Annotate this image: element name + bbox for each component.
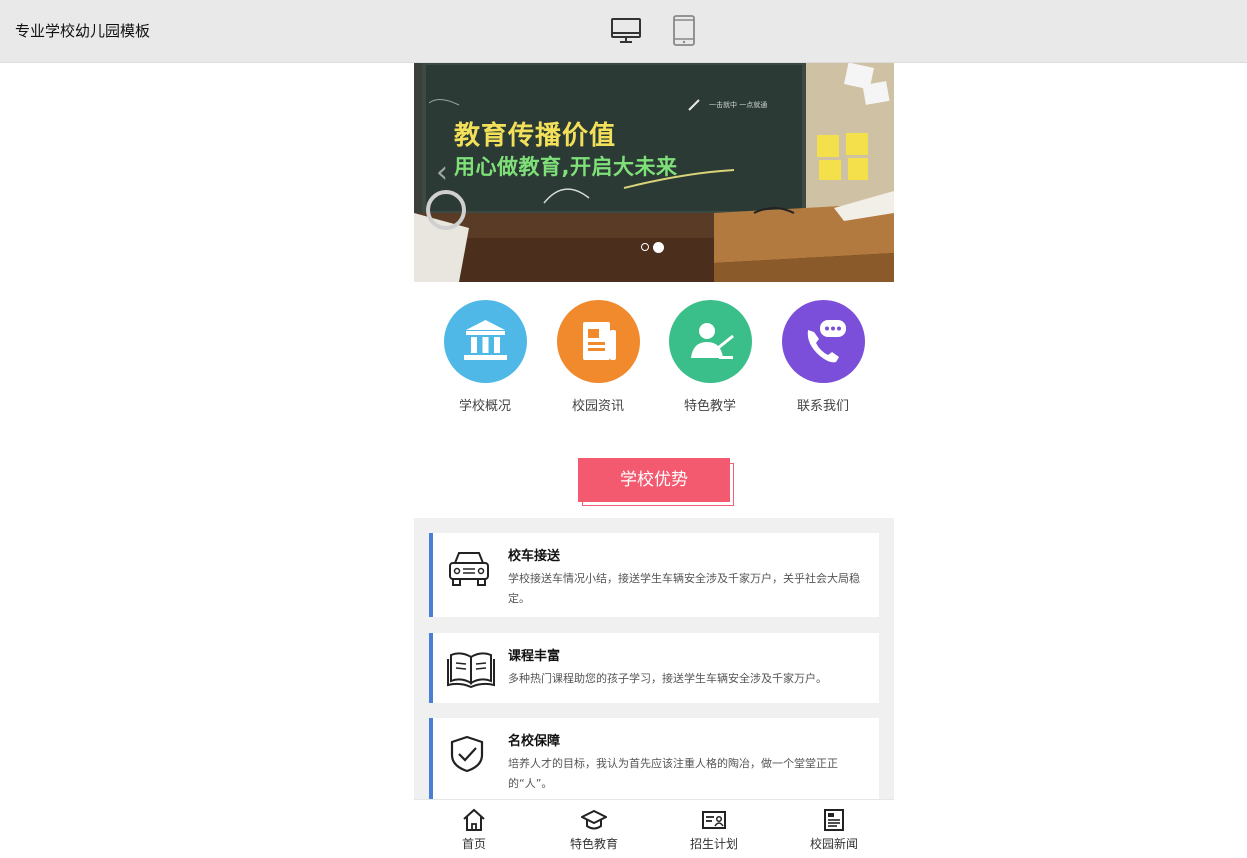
mobile-view-button[interactable] <box>667 14 701 48</box>
advantage-title: 校车接送 <box>508 549 561 564</box>
advantage-desc: 学校接送车情况小结，接送学生车辆安全涉及千家万户，关乎社会大局稳定。 <box>508 572 860 605</box>
banner-dot-1[interactable] <box>641 243 649 251</box>
desktop-monitor-icon <box>611 18 641 43</box>
advantage-desc: 多种热门课程助您的孩子学习，接送学生车辆安全涉及千家万户。 <box>508 672 827 685</box>
bottom-nav-label: 首页 <box>461 837 486 851</box>
desktop-view-button[interactable] <box>609 14 643 48</box>
enrollment-card-icon <box>702 811 726 829</box>
school-bus-icon <box>449 552 489 586</box>
quick-nav-label: 特色教学 <box>683 399 736 414</box>
phone-chat-icon <box>781 300 865 383</box>
quick-nav: 学校概况 校园资讯 特色教学 联系我们 <box>414 300 894 420</box>
home-icon <box>463 808 485 831</box>
quick-nav-school-overview[interactable]: 学校概况 <box>435 300 535 414</box>
quick-nav-label: 校园资讯 <box>571 399 624 414</box>
shield-check-icon <box>450 735 484 773</box>
advantage-title: 名校保障 <box>508 734 561 749</box>
quick-nav-campus-news[interactable]: 校园资讯 <box>548 300 648 414</box>
news-document-icon <box>556 300 640 383</box>
bottom-nav: 首页 特色教育 招生计划 校园新闻 <box>414 799 894 858</box>
newspaper-icon <box>824 809 844 831</box>
school-building-icon <box>443 300 527 383</box>
banner-title: 教育传播价值 <box>454 121 617 151</box>
advantages-list: 校车接送 学校接送车情况小结，接送学生车辆安全涉及千家万户，关乎社会大局稳定。 … <box>414 518 894 800</box>
tablet-device-icon <box>673 15 695 46</box>
bottom-nav-label: 特色教育 <box>569 837 618 851</box>
teacher-board-icon <box>668 300 752 383</box>
mobile-preview: 一击就中 一点就通 教育传播价值 用心做教育,开启大未来 ‹ 学校概况 校园资讯… <box>414 63 894 858</box>
quick-nav-contact-us[interactable]: 联系我们 <box>773 300 873 414</box>
quick-nav-label: 联系我们 <box>796 399 849 414</box>
advantage-card-guarantee[interactable]: 名校保障 培养人才的目标，我认为首先应该注重人格的陶冶，做一个堂堂正正的“人”。 <box>429 718 879 800</box>
quick-nav-label: 学校概况 <box>458 399 511 414</box>
graduation-cap-icon <box>581 809 607 830</box>
banner-subtitle: 一击就中 一点就通 <box>709 101 768 109</box>
banner-tagline: 用心做教育,开启大未来 <box>454 155 678 179</box>
bottom-nav-featured-education[interactable]: 特色教育 <box>534 800 654 858</box>
advantage-desc: 培养人才的目标，我认为首先应该注重人格的陶冶，做一个堂堂正正的“人”。 <box>508 757 838 790</box>
site-title: 专业学校幼儿园模板 <box>15 22 151 40</box>
bottom-nav-enrollment[interactable]: 招生计划 <box>654 800 774 858</box>
bottom-nav-label: 校园新闻 <box>809 837 858 851</box>
top-bar: 专业学校幼儿园模板 <box>0 0 1247 63</box>
advantage-card-courses[interactable]: 课程丰富 多种热门课程助您的孩子学习，接送学生车辆安全涉及千家万户。 <box>429 633 879 703</box>
banner-pagination <box>641 236 668 255</box>
bottom-nav-home[interactable]: 首页 <box>414 800 534 858</box>
hero-banner[interactable]: 一击就中 一点就通 教育传播价值 用心做教育,开启大未来 ‹ <box>414 63 894 282</box>
bottom-nav-label: 招生计划 <box>689 837 738 851</box>
quick-nav-featured-teaching[interactable]: 特色教学 <box>660 300 760 414</box>
open-book-icon <box>447 652 495 689</box>
advantages-heading-block: 学校优势 <box>578 458 734 508</box>
bottom-nav-campus-news[interactable]: 校园新闻 <box>774 800 894 858</box>
advantages-heading: 学校优势 <box>578 458 730 502</box>
banner-dot-2[interactable] <box>653 242 664 253</box>
banner-prev-arrow[interactable]: ‹ <box>436 158 448 188</box>
advantage-title: 课程丰富 <box>508 649 561 664</box>
advantage-card-bus[interactable]: 校车接送 学校接送车情况小结，接送学生车辆安全涉及千家万户，关乎社会大局稳定。 <box>429 533 879 617</box>
